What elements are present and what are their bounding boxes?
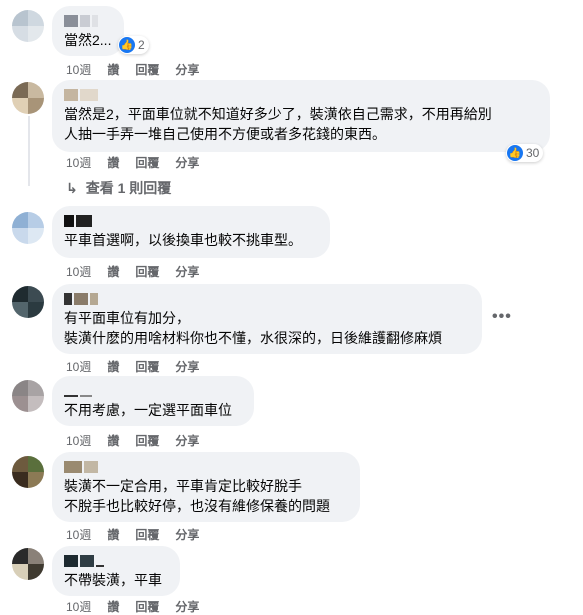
share-button[interactable]: 分享 — [175, 598, 199, 615]
timestamp[interactable]: 10週 — [66, 598, 91, 615]
reply-button[interactable]: 回覆 — [135, 432, 159, 449]
share-button[interactable]: 分享 — [175, 526, 199, 543]
share-button[interactable]: 分享 — [175, 358, 199, 375]
author-name-redacted[interactable] — [64, 554, 168, 568]
comment-bubble: 不用考慮，一定選平面車位 — [52, 376, 254, 426]
timestamp[interactable]: 10週 — [66, 432, 91, 449]
comment-text: 平車首選啊，以後換車也較不挑車型。 — [64, 232, 302, 248]
avatar[interactable] — [12, 212, 44, 244]
comment-bubble: 不帶裝潢，平車 — [52, 546, 180, 596]
reaction-number: 30 — [526, 146, 540, 160]
reply-button[interactable]: 回覆 — [135, 263, 159, 280]
comment-bubble: 平車首選啊，以後換車也較不挑車型。 — [52, 206, 330, 258]
avatar[interactable] — [12, 10, 44, 42]
timestamp[interactable]: 10週 — [66, 358, 91, 375]
like-button[interactable]: 讚 — [107, 358, 119, 375]
like-icon: 👍 — [507, 145, 523, 161]
comment-actions: 10週 讚 回覆 分享 — [66, 358, 199, 375]
like-button[interactable]: 讚 — [107, 598, 119, 615]
author-name-redacted[interactable] — [64, 14, 112, 28]
author-name-redacted[interactable] — [64, 460, 348, 474]
like-button[interactable]: 讚 — [107, 154, 119, 171]
avatar[interactable] — [12, 380, 44, 412]
like-icon: 👍 — [119, 37, 135, 53]
author-name-redacted[interactable] — [64, 88, 538, 102]
comment-text: 不用考慮，一定選平面車位 — [64, 402, 232, 418]
comment-actions: 10週 讚 回覆 分享 — [66, 526, 199, 543]
reaction-count[interactable]: 👍 30 — [506, 144, 544, 162]
share-button[interactable]: 分享 — [175, 432, 199, 449]
comment-text: 當然2... — [64, 32, 112, 48]
comment-actions: 10週 讚 回覆 分享 — [66, 432, 199, 449]
comment-text: 不帶裝潢，平車 — [64, 572, 162, 588]
like-button[interactable]: 讚 — [107, 526, 119, 543]
comment-actions: 10週 讚 回覆 分享 — [66, 263, 199, 280]
reply-arrow-icon: ↳ — [66, 179, 78, 196]
avatar[interactable] — [12, 286, 44, 318]
avatar[interactable] — [12, 82, 44, 114]
reply-button[interactable]: 回覆 — [135, 598, 159, 615]
like-button[interactable]: 讚 — [107, 61, 119, 78]
timestamp[interactable]: 10週 — [66, 263, 91, 280]
comment-text: 當然是2，平面車位就不知道好多少了，裝潢依自己需求，不用再給別 人抽一手弄一堆自… — [64, 106, 492, 142]
avatar[interactable] — [12, 548, 44, 580]
comment-bubble: 裝潢不一定合用，平車肯定比較好脫手 不脫手也比較好停，也沒有維修保養的問題 — [52, 452, 360, 522]
reaction-number: 2 — [138, 38, 145, 52]
author-name-redacted[interactable] — [64, 384, 242, 398]
comment-actions: 10週 讚 回覆 分享 — [66, 61, 199, 78]
reply-button[interactable]: 回覆 — [135, 154, 159, 171]
avatar[interactable] — [12, 456, 44, 488]
reaction-count[interactable]: 👍 2 — [118, 36, 149, 54]
reply-button[interactable]: 回覆 — [135, 61, 159, 78]
more-options-icon[interactable]: ••• — [492, 308, 512, 326]
author-name-redacted[interactable] — [64, 214, 318, 228]
share-button[interactable]: 分享 — [175, 61, 199, 78]
reply-button[interactable]: 回覆 — [135, 358, 159, 375]
comment-text: 裝潢不一定合用，平車肯定比較好脫手 不脫手也比較好停，也沒有維修保養的問題 — [64, 478, 330, 514]
share-button[interactable]: 分享 — [175, 263, 199, 280]
comment-bubble: 有平面車位有加分， 裝潢什麽的用啥材料你也不懂，水很深的，日後維護翻修麻煩 — [52, 284, 482, 354]
author-name-redacted[interactable] — [64, 292, 470, 306]
timestamp[interactable]: 10週 — [66, 154, 91, 171]
comment-actions: 10週 讚 回覆 分享 — [66, 154, 199, 171]
view-replies-link[interactable]: ↳ 查看 1 則回覆 — [66, 178, 171, 198]
view-replies-label: 查看 1 則回覆 — [85, 180, 172, 196]
like-button[interactable]: 讚 — [107, 263, 119, 280]
comment-bubble: 當然是2，平面車位就不知道好多少了，裝潢依自己需求，不用再給別 人抽一手弄一堆自… — [52, 80, 550, 152]
timestamp[interactable]: 10週 — [66, 526, 91, 543]
reply-button[interactable]: 回覆 — [135, 526, 159, 543]
comment-text: 有平面車位有加分， 裝潢什麽的用啥材料你也不懂，水很深的，日後維護翻修麻煩 — [64, 310, 442, 346]
thread-line — [28, 116, 30, 186]
comment-actions: 10週 讚 回覆 分享 — [66, 598, 199, 615]
share-button[interactable]: 分享 — [175, 154, 199, 171]
like-button[interactable]: 讚 — [107, 432, 119, 449]
comment-bubble: 當然2... — [52, 6, 124, 56]
timestamp[interactable]: 10週 — [66, 61, 91, 78]
